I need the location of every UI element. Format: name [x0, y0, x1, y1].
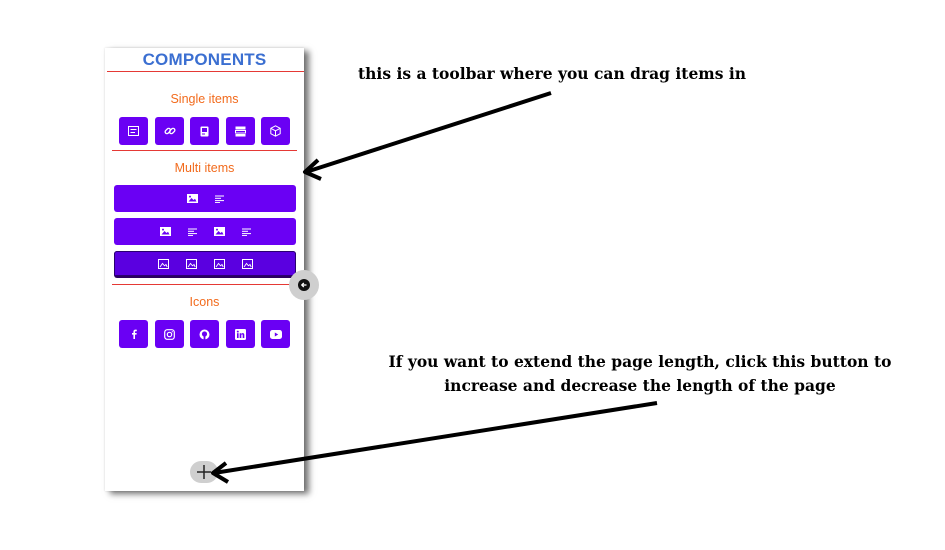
canvas: COMPONENTS Single items Multi items Icon…: [0, 0, 945, 550]
annotation-arrows: [211, 91, 658, 484]
toolbar-arrow: [305, 91, 552, 174]
extend-arrow: [213, 401, 658, 475]
